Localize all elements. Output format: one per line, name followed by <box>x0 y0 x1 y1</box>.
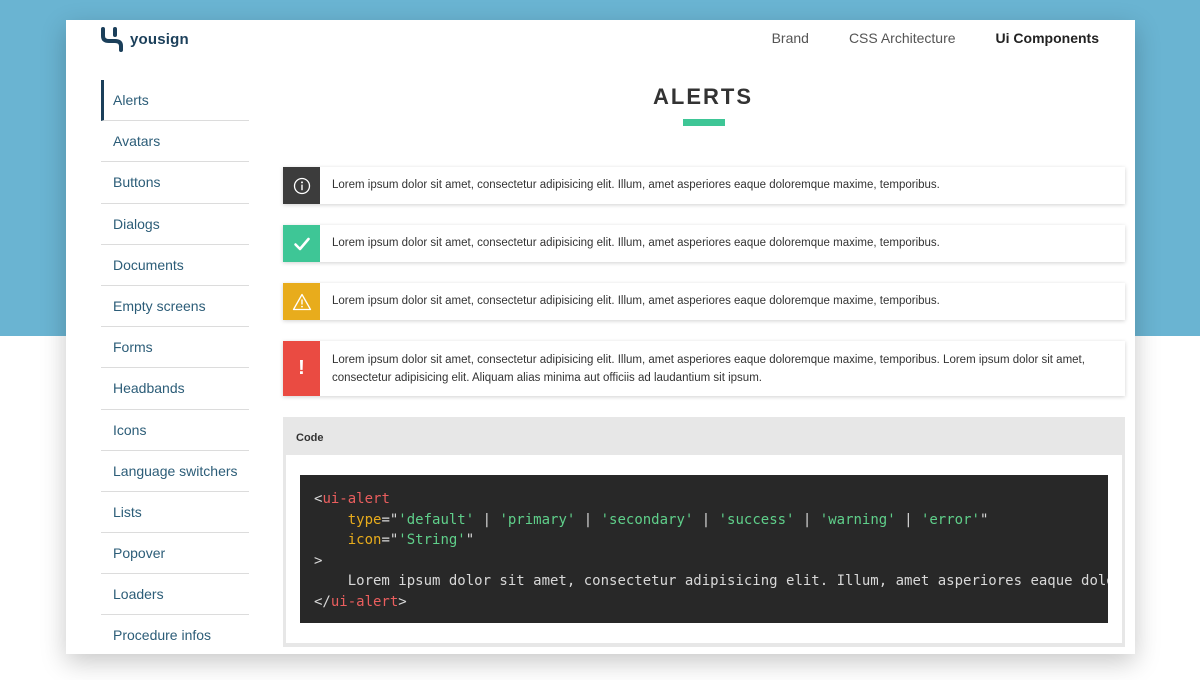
code-punct: > <box>398 593 407 610</box>
sidebar-item-lists[interactable]: Lists <box>101 492 249 534</box>
alert-success: Lorem ipsum dolor sit amet, consectetur … <box>283 225 1125 262</box>
code-string: 'primary' <box>499 511 576 528</box>
code-string: 'secondary' <box>600 511 694 528</box>
code-string: 'warning' <box>819 511 896 528</box>
sidebar-item-documents[interactable]: Documents <box>101 245 249 286</box>
code-block[interactable]: <ui-alert type="'default' | 'primary' | … <box>300 475 1108 623</box>
code-punct: " <box>465 532 475 548</box>
top-navigation: Brand CSS Architecture Ui Components <box>772 30 1099 46</box>
code-tag: ui-alert <box>330 593 399 610</box>
nav-ui-components[interactable]: Ui Components <box>996 30 1099 46</box>
code-punct: | <box>575 511 601 528</box>
sidebar-item-dialogs[interactable]: Dialogs <box>101 204 249 245</box>
sidebar-item-icons[interactable]: Icons <box>101 410 249 451</box>
nav-brand[interactable]: Brand <box>772 30 809 46</box>
code-panel: Code <ui-alert type="'default' | 'primar… <box>283 417 1125 647</box>
code-attr: type <box>347 511 382 528</box>
sidebar-item-alerts[interactable]: Alerts <box>101 80 249 122</box>
code-punct: | <box>474 511 500 528</box>
sidebar-item-buttons[interactable]: Buttons <box>101 162 249 204</box>
exclamation-icon: ! <box>283 341 320 396</box>
title-underline <box>683 119 725 126</box>
code-punct: | <box>794 511 820 528</box>
logo-text: yousign <box>130 30 189 48</box>
nav-css-architecture[interactable]: CSS Architecture <box>849 30 956 46</box>
code-punct: " <box>979 511 989 528</box>
sidebar-item-loaders[interactable]: Loaders <box>101 574 249 616</box>
alert-message: Lorem ipsum dolor sit amet, consectetur … <box>332 179 940 191</box>
code-string: 'success' <box>718 511 795 528</box>
alert-warning: Lorem ipsum dolor sit amet, consectetur … <box>283 283 1125 320</box>
warning-icon <box>283 283 320 320</box>
code-container: <ui-alert type="'default' | 'primary' | … <box>286 455 1122 643</box>
yousign-logo-icon <box>101 27 123 52</box>
code-string: 'error' <box>920 511 980 528</box>
info-icon <box>283 167 320 204</box>
alert-message: Lorem ipsum dolor sit amet, consectetur … <box>332 295 940 307</box>
alert-default: Lorem ipsum dolor sit amet, consectetur … <box>283 167 1125 204</box>
code-string: 'String' <box>398 532 466 548</box>
docs-window: yousign Brand CSS Architecture Ui Compon… <box>66 20 1135 654</box>
sidebar: Alerts Avatars Buttons Dialogs Documents… <box>101 80 249 654</box>
code-punct: </ <box>314 593 331 610</box>
alert-message: Lorem ipsum dolor sit amet, consectetur … <box>332 354 1085 384</box>
code-tag: ui-alert <box>322 491 390 507</box>
code-attr: icon <box>347 532 382 548</box>
code-punct: =" <box>381 511 399 528</box>
sidebar-item-avatars[interactable]: Avatars <box>101 121 249 163</box>
check-icon <box>283 225 320 262</box>
code-punct: | <box>895 511 921 528</box>
code-punct: =" <box>381 532 399 548</box>
code-label: Code <box>296 432 324 444</box>
logo[interactable]: yousign <box>100 26 189 52</box>
page-title: ALERTS <box>653 84 753 109</box>
sidebar-item-popover[interactable]: Popover <box>101 533 249 575</box>
sidebar-item-procedure-infos[interactable]: Procedure infos <box>101 615 249 654</box>
sidebar-item-headbands[interactable]: Headbands <box>101 368 249 410</box>
code-body-text: Lorem ipsum dolor sit amet, consectetur … <box>347 573 1108 589</box>
code-punct: | <box>693 511 719 528</box>
alert-error: ! Lorem ipsum dolor sit amet, consectetu… <box>283 341 1125 396</box>
sidebar-item-forms[interactable]: Forms <box>101 327 249 369</box>
sidebar-item-empty-screens[interactable]: Empty screens <box>101 286 249 328</box>
alert-message: Lorem ipsum dolor sit amet, consectetur … <box>332 237 940 249</box>
code-string: 'default' <box>398 511 475 528</box>
code-punct: > <box>314 552 323 569</box>
sidebar-item-language-switchers[interactable]: Language switchers <box>101 451 249 492</box>
